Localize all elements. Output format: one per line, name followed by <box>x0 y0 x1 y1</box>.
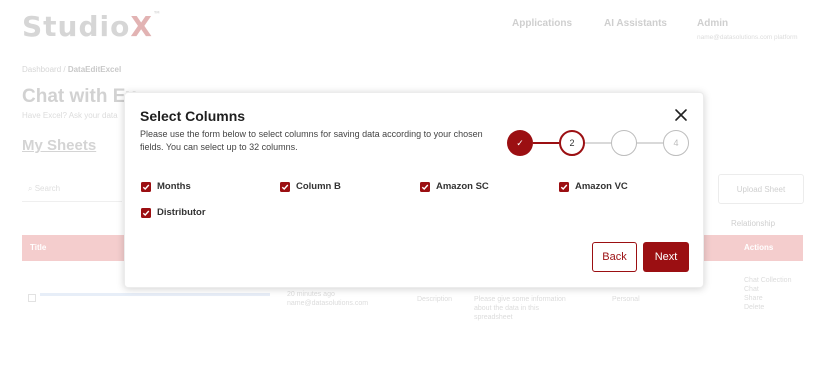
column-checkbox-amazon-vc[interactable]: Amazon VC <box>559 181 628 192</box>
checkbox-checked-icon[interactable] <box>141 181 151 192</box>
column-label: Months <box>157 181 191 192</box>
column-checkbox-distributor[interactable]: Distributor <box>141 207 206 218</box>
column-label: Column B <box>296 181 341 192</box>
modal-title: Select Columns <box>140 108 246 124</box>
checkbox-checked-icon[interactable] <box>141 207 151 218</box>
close-icon[interactable] <box>673 107 689 123</box>
checkbox-checked-icon[interactable] <box>559 181 569 192</box>
column-checkbox-months[interactable]: Months <box>141 181 191 192</box>
stepper-connector <box>637 142 663 144</box>
checkbox-checked-icon[interactable] <box>280 181 290 192</box>
modal-description: Please use the form below to select colu… <box>140 129 483 152</box>
stepper-connector <box>585 142 611 144</box>
column-label: Amazon SC <box>436 181 489 192</box>
back-button[interactable]: Back <box>592 242 637 272</box>
column-checkbox-column-b[interactable]: Column B <box>280 181 341 192</box>
column-label: Amazon VC <box>575 181 628 192</box>
select-columns-modal: Select Columns Please use the form below… <box>124 92 704 288</box>
column-label: Distributor <box>157 207 206 218</box>
next-button[interactable]: Next <box>643 242 689 272</box>
stepper: ✓ 2 4 <box>507 130 689 158</box>
step-4: 4 <box>663 130 689 156</box>
step-1-check-icon: ✓ <box>507 130 533 156</box>
step-2: 2 <box>559 130 585 156</box>
column-checkbox-amazon-sc[interactable]: Amazon SC <box>420 181 489 192</box>
step-3 <box>611 130 637 156</box>
stepper-connector <box>533 142 559 144</box>
checkbox-checked-icon[interactable] <box>420 181 430 192</box>
